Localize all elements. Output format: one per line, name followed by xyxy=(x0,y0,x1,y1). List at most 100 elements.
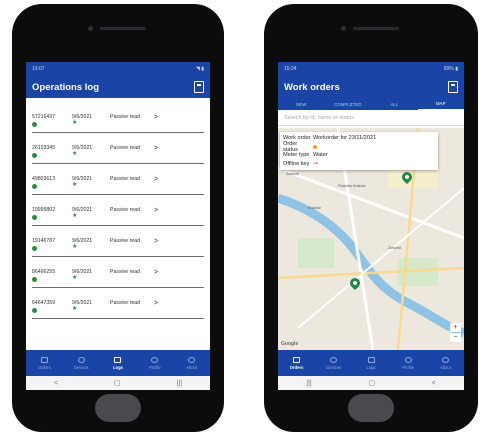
nav-label: About xyxy=(186,364,198,370)
map-label-district: Polanka Kraków xyxy=(338,184,366,188)
bluetooth-icon xyxy=(330,356,338,363)
export-icon[interactable] xyxy=(448,81,458,93)
app-bar: Work orders xyxy=(278,76,464,98)
operation-type: Passive read xyxy=(110,207,140,213)
list-item[interactable]: 57216437 9/6/2021 Passive read > ★ xyxy=(32,102,204,133)
operation-type: Passive read xyxy=(110,114,140,120)
nav-label: Profile xyxy=(402,364,415,370)
nav-label: About xyxy=(439,364,451,370)
key-icon: ⊸ xyxy=(313,161,319,168)
chevron-right-icon: > xyxy=(154,299,159,307)
list-item[interactable]: 64647359 9/6/2021 Passive read > ★ xyxy=(32,288,204,319)
chevron-right-icon: > xyxy=(154,268,159,276)
operation-date: 9/6/2021 xyxy=(72,300,93,306)
star-icon: ★ xyxy=(72,120,78,126)
zoom-out-button[interactable]: − xyxy=(450,333,461,342)
tab-map[interactable]: MAP xyxy=(417,98,464,110)
nav-profile[interactable]: Profile xyxy=(136,350,173,376)
star-icon: ★ xyxy=(72,182,78,188)
chevron-right-icon: > xyxy=(154,175,159,183)
chevron-right-icon: > xyxy=(154,113,159,121)
operation-date: 9/6/2021 xyxy=(72,145,93,151)
screen: 13:07 ◥ ▮ Operations log 57216437 9/6/20… xyxy=(26,62,210,390)
tab-all[interactable]: ALL xyxy=(371,98,418,110)
status-bar: 13:07 ◥ ▮ xyxy=(26,62,210,76)
operation-date: 9/6/2021 xyxy=(72,269,93,275)
list-item[interactable]: 26103345 9/6/2021 Passive read > ★ xyxy=(32,133,204,164)
tab-new[interactable]: NEW xyxy=(278,98,325,110)
back-icon[interactable]: < xyxy=(54,380,58,387)
meter-type-label: Meter type xyxy=(283,152,310,159)
list-item[interactable]: 86466255 9/6/2021 Passive read > ★ xyxy=(32,257,204,288)
success-icon xyxy=(32,246,37,251)
list-item[interactable]: 19999802 9/6/2021 Passive read > ★ xyxy=(32,195,204,226)
work-order-value: Workorder for 23/11/2021 xyxy=(313,135,377,142)
status-indicators: ◥ ▮ xyxy=(196,66,204,72)
operation-date: 9/6/2021 xyxy=(72,207,93,213)
nav-label: Logs xyxy=(366,364,376,370)
nav-profile[interactable]: Profile xyxy=(390,350,427,376)
nav-orders[interactable]: Orders xyxy=(26,350,63,376)
app-bar: Operations log xyxy=(26,76,210,98)
meter-type-value: Water xyxy=(313,152,328,159)
nav-logs[interactable]: Logs xyxy=(352,350,389,376)
zoom-controls: + − xyxy=(450,322,461,342)
chevron-right-icon: > xyxy=(154,144,159,152)
search-input[interactable]: Search by id, name or status xyxy=(278,110,464,126)
zoom-in-button[interactable]: + xyxy=(450,323,461,332)
home-icon[interactable]: ▢ xyxy=(368,379,375,387)
map-label-area: Zacisze xyxy=(286,172,300,176)
nav-devices[interactable]: Devices xyxy=(315,350,352,376)
status-indicators: 89% ▮ xyxy=(443,66,458,72)
hardware-home-button xyxy=(95,394,141,422)
logs-icon xyxy=(367,356,375,363)
chevron-right-icon: > xyxy=(154,206,159,214)
success-icon xyxy=(32,308,37,313)
orders-icon xyxy=(40,356,48,363)
operation-date: 9/6/2021 xyxy=(72,238,93,244)
recent-apps-icon[interactable]: ||| xyxy=(306,380,311,387)
success-icon xyxy=(32,153,37,158)
nav-logs[interactable]: Logs xyxy=(100,350,137,376)
system-navigation: ||| ▢ < xyxy=(278,376,464,390)
nav-orders[interactable]: Orders xyxy=(278,350,315,376)
nav-label: Devices xyxy=(73,364,89,370)
success-icon xyxy=(32,277,37,282)
success-icon xyxy=(32,122,37,127)
star-icon: ★ xyxy=(72,306,78,312)
home-icon[interactable]: ▢ xyxy=(114,379,121,387)
meter-id: 49803613 xyxy=(32,176,56,182)
nav-about[interactable]: About xyxy=(173,350,210,376)
nav-about[interactable]: About xyxy=(427,350,464,376)
info-icon xyxy=(441,356,449,363)
profile-icon xyxy=(404,356,412,363)
nav-label: Profile xyxy=(148,364,161,370)
status-bar: 15:24 89% ▮ xyxy=(278,62,464,76)
back-icon[interactable]: < xyxy=(432,380,436,387)
operation-type: Passive read xyxy=(110,176,140,182)
list-item[interactable]: 19146787 9/6/2021 Passive read > ★ xyxy=(32,226,204,257)
recent-apps-icon[interactable]: ||| xyxy=(177,380,182,387)
tab-completed[interactable]: COMPLETED xyxy=(325,98,372,110)
star-icon: ★ xyxy=(72,244,78,250)
info-icon xyxy=(188,356,196,363)
meter-id: 57216437 xyxy=(32,114,56,120)
status-time: 15:24 xyxy=(284,66,297,72)
work-order-info-card[interactable]: Work order Workorder for 23/11/2021 Orde… xyxy=(280,132,438,170)
system-navigation: < ▢ ||| xyxy=(26,376,210,390)
search-placeholder: Search by id, name or status xyxy=(284,114,355,121)
export-icon[interactable] xyxy=(194,81,204,93)
bottom-navigation: Orders Devices Logs Profile About xyxy=(278,350,464,376)
meter-id: 19146787 xyxy=(32,238,56,244)
earpiece-speaker xyxy=(100,27,146,30)
info-row-meter-type: Meter type Water xyxy=(283,151,435,160)
star-icon: ★ xyxy=(72,213,78,219)
success-icon xyxy=(32,215,37,220)
chevron-right-icon: > xyxy=(154,237,159,245)
nav-devices[interactable]: Devices xyxy=(63,350,100,376)
list-item[interactable]: 49803613 9/6/2021 Passive read > ★ xyxy=(32,164,204,195)
bottom-navigation: Orders Devices Logs Profile About xyxy=(26,350,210,376)
front-camera xyxy=(88,26,93,31)
phone-work-orders: 15:24 89% ▮ Work orders NEW COMPLETED AL… xyxy=(264,4,478,432)
page-title: Operations log xyxy=(32,81,100,93)
